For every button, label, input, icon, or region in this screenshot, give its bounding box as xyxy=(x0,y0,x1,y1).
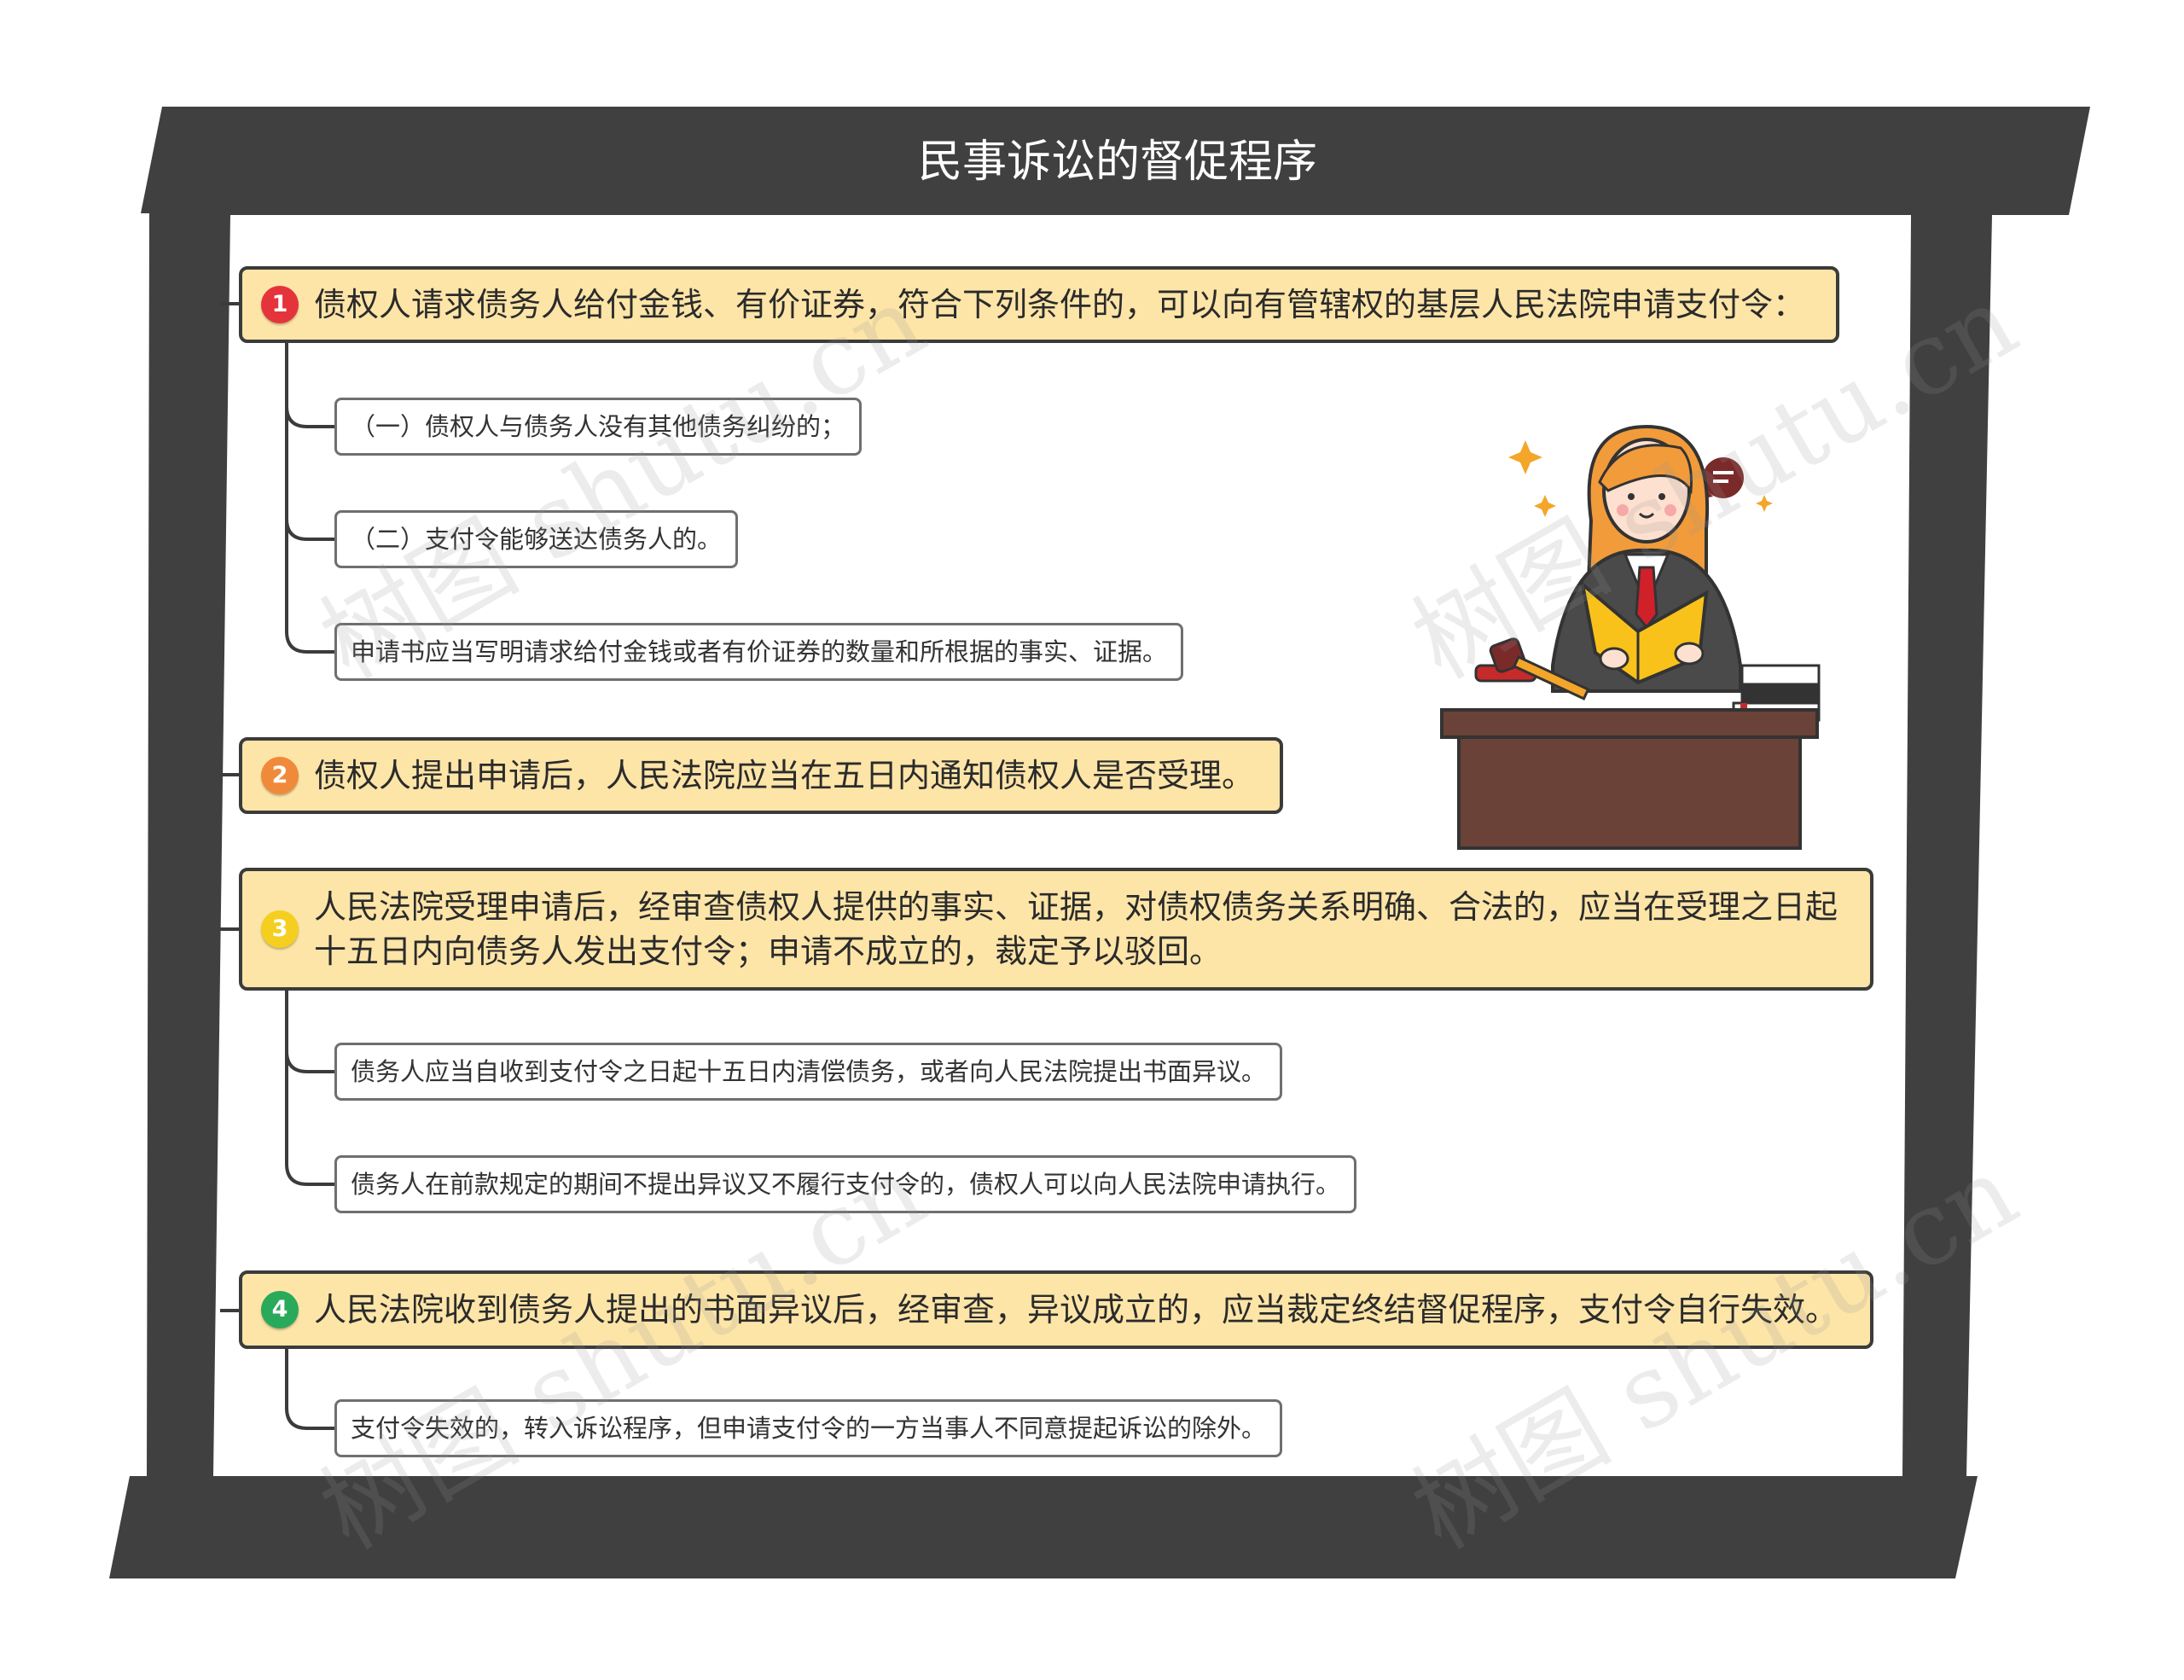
main-node-3-text: 人民法院受理申请后，经审查债权人提供的事实、证据，对债权债务关系明确、合法的，应… xyxy=(314,888,1838,970)
judge-illustration xyxy=(1440,424,1821,850)
main-node-2-text: 债权人提出申请后，人民法院应当在五日内通知债权人是否受理。 xyxy=(314,757,1255,794)
sub-node-1-3[interactable]: 申请书应当写明请求给付金钱或者有价证券的数量和所根据的事实、证据。 xyxy=(334,623,1184,681)
number-badge-3: 3 xyxy=(261,910,299,948)
number-badge-1: 1 xyxy=(261,286,299,323)
main-node-1-text: 债权人请求债务人给付金钱、有价证券，符合下列条件的，可以向有管辖权的基层人民法院… xyxy=(314,286,1806,323)
main-node-3[interactable]: 3 人民法院受理申请后，经审查债权人提供的事实、证据，对债权债务关系明确、合法的… xyxy=(239,868,1873,991)
sub-node-3-2[interactable]: 债务人在前款规定的期间不提出异议又不履行支付令的，债权人可以向人民法院申请执行。 xyxy=(334,1155,1357,1213)
main-node-4[interactable]: 4 人民法院收到债务人提出的书面异议后，经审查，异议成立的，应当裁定终结督促程序… xyxy=(239,1270,1873,1349)
number-badge-2: 2 xyxy=(261,757,299,794)
sub-node-1-1[interactable]: （一）债权人与债务人没有其他债务纠纷的； xyxy=(334,398,863,456)
main-node-4-text: 人民法院收到债务人提出的书面异议后，经审查，异议成立的，应当裁定终结督促程序，支… xyxy=(314,1291,1838,1328)
page-title: 民事诉讼的督促程序 xyxy=(917,137,1317,188)
main-node-2[interactable]: 2 债权人提出申请后，人民法院应当在五日内通知债权人是否受理。 xyxy=(239,737,1283,814)
number-badge-4: 4 xyxy=(261,1291,299,1328)
main-node-1[interactable]: 1 债权人请求债务人给付金钱、有价证券，符合下列条件的，可以向有管辖权的基层人民… xyxy=(239,266,1839,343)
sub-node-4-1[interactable]: 支付令失效的，转入诉讼程序，但申请支付令的一方当事人不同意提起诉讼的除外。 xyxy=(334,1399,1283,1457)
sub-node-3-1[interactable]: 债务人应当自收到支付令之日起十五日内清偿债务，或者向人民法院提出书面异议。 xyxy=(334,1043,1283,1101)
sub-node-1-2[interactable]: （二）支付令能够送达债务人的。 xyxy=(334,510,739,568)
